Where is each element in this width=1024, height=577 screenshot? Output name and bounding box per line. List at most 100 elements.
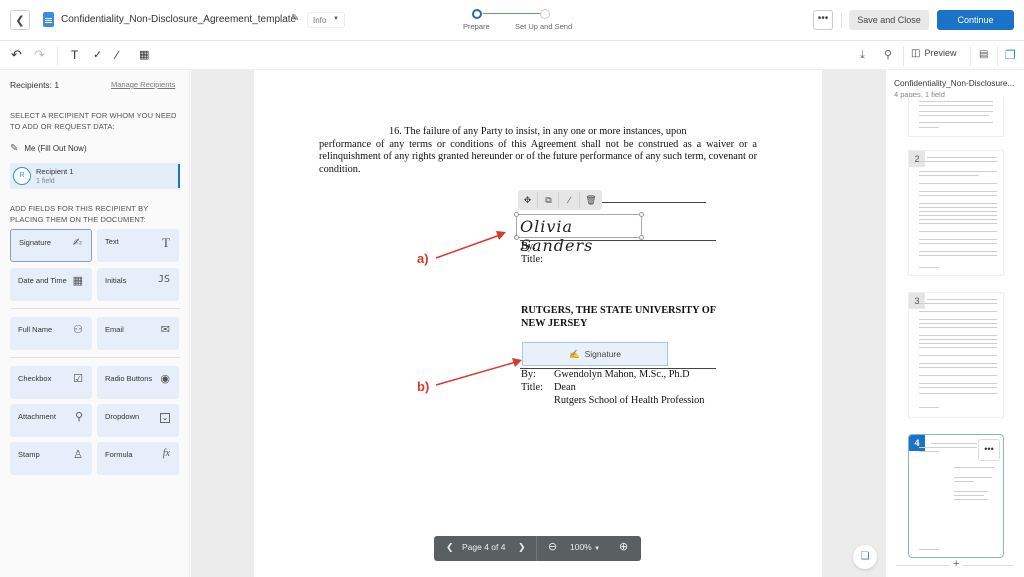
field-checkbox[interactable]: Checkbox ☑: [10, 366, 92, 399]
divider: [10, 357, 180, 358]
page-navigation-bar: ❮ Page 4 of 4 ❯ ⊖ 100% ▼ ⊕: [434, 536, 641, 561]
thumbnail-more-button[interactable]: •••: [978, 439, 1000, 461]
save-and-close-button[interactable]: Save and Close: [849, 10, 929, 30]
preview-button[interactable]: ◫ Preview: [911, 48, 956, 59]
document-page: 16. The failure of any Party to insist, …: [254, 70, 822, 577]
checkbox-icon: ☑: [73, 373, 83, 385]
field-label: Radio Buttons: [105, 374, 153, 383]
field-label: Email: [105, 325, 124, 334]
field-attachment[interactable]: Attachment ⚲: [10, 404, 92, 437]
zoom-level: 100%: [570, 542, 592, 552]
step-connector: [483, 13, 540, 14]
chat-button[interactable]: ❏: [853, 545, 877, 569]
thumbnail-page-4[interactable]: 4 •••: [908, 434, 1004, 558]
annotation-a: a): [417, 251, 429, 266]
field-initials[interactable]: Initials JS: [97, 268, 179, 301]
field-stamp[interactable]: Stamp ♙: [10, 442, 92, 475]
line-tool-icon[interactable]: ∕: [116, 48, 118, 62]
field-full-name[interactable]: Full Name ⚇: [10, 317, 92, 350]
me-label: Me (Fill Out Now): [24, 144, 87, 153]
field-signature[interactable]: Signature ✍: [10, 229, 92, 262]
preview-label: Preview: [924, 48, 957, 58]
field-label: Checkbox: [18, 374, 52, 383]
field-formula[interactable]: Formula fx: [97, 442, 179, 475]
divider: [970, 46, 971, 66]
fields-sidebar: Recipients: 1 Manage Recipients SELECT A…: [0, 70, 190, 577]
chevron-left-icon: ❮: [15, 14, 25, 27]
thumbnail-page-2[interactable]: 2: [908, 150, 1004, 276]
thumbnail-page-number: 3: [909, 293, 925, 309]
field-label: Text: [105, 237, 119, 246]
annotation-b: b): [417, 379, 430, 394]
more-options-button[interactable]: •••: [813, 10, 833, 30]
pages-icon[interactable]: ❐: [1005, 48, 1016, 62]
field-label: Date and Time: [18, 276, 67, 285]
top-bar: ❮ Confidentiality_Non-Disclosure_Agreeme…: [0, 0, 1024, 41]
field-text[interactable]: Text T: [97, 229, 179, 262]
settings-card-icon[interactable]: ▤: [979, 48, 988, 62]
stamp-icon: ♙: [73, 449, 83, 461]
arrow-a-line: [435, 234, 501, 259]
add-page-button[interactable]: +: [950, 558, 963, 570]
calendar-icon: ▦: [72, 275, 83, 287]
arrow-b-head: [512, 358, 522, 367]
next-page-button[interactable]: ❯: [518, 542, 526, 553]
field-email[interactable]: Email ✉: [97, 317, 179, 350]
field-dropdown[interactable]: Dropdown ⌄: [97, 404, 179, 437]
envelope-icon: ✉: [160, 324, 170, 336]
thumbnail-page-number: 4: [909, 435, 925, 451]
select-recipient-caption: SELECT A RECIPIENT FOR WHOM YOU NEED TO …: [10, 111, 177, 131]
caret-down-icon: ▼: [333, 16, 339, 22]
manage-recipients-link[interactable]: Manage Recipients: [111, 80, 175, 89]
field-label: Attachment: [18, 412, 56, 421]
zoom-level-dropdown[interactable]: 100% ▼: [570, 542, 600, 552]
chat-icon: ❏: [860, 551, 870, 562]
info-label: Info: [313, 16, 327, 25]
zoom-in-icon[interactable]: ⊕: [619, 540, 628, 553]
text-icon: T: [162, 235, 170, 250]
zoom-out-icon[interactable]: ⊖: [548, 540, 557, 553]
field-date-time[interactable]: Date and Time ▦: [10, 268, 92, 301]
checkmark-tool-icon[interactable]: ✓: [93, 48, 102, 62]
me-fill-out-now[interactable]: ✎ Me (Fill Out Now): [10, 143, 180, 157]
continue-button[interactable]: Continue: [937, 10, 1014, 30]
edit-title-icon[interactable]: ✎: [291, 13, 299, 24]
preview-icon: ◫: [911, 48, 921, 59]
document-title[interactable]: Confidentiality_Non-Disclosure_Agreement…: [61, 14, 296, 25]
field-label: Dropdown: [105, 412, 140, 421]
step-prepare-dot[interactable]: [472, 9, 482, 19]
arrow-b-line: [435, 361, 517, 386]
location-pin-icon[interactable]: ⚲: [884, 48, 892, 62]
prev-page-button[interactable]: ❮: [446, 542, 454, 553]
progress-stepper: Prepare Set Up and Send: [463, 8, 583, 34]
caret-down-icon: ▼: [594, 546, 601, 552]
text-tool-icon[interactable]: T: [71, 48, 78, 62]
download-icon[interactable]: ⤓: [860, 48, 865, 62]
redo-icon[interactable]: ↷: [34, 48, 45, 62]
paperclip-icon: ⚲: [74, 411, 83, 423]
thumbnail-page-3[interactable]: 3: [908, 292, 1004, 418]
step-send-dot[interactable]: [540, 9, 550, 19]
undo-icon[interactable]: ↶: [11, 48, 22, 62]
field-radio-buttons[interactable]: Radio Buttons ◉: [97, 366, 179, 399]
initials-icon: JS: [157, 274, 170, 285]
page-thumbnails-panel: Confidentiality_Non-Disclosure... 4 page…: [885, 70, 1024, 577]
page-indicator: Page 4 of 4: [462, 542, 506, 552]
calendar-tool-icon[interactable]: ▦: [139, 48, 149, 62]
field-label: Signature: [19, 238, 52, 247]
add-fields-caption: ADD FIELDS FOR THIS RECIPIENT BY PLACING…: [10, 204, 149, 224]
thumbnails-title: Confidentiality_Non-Disclosure...: [894, 78, 1015, 88]
recipient-name: Recipient 1: [36, 167, 74, 176]
info-dropdown[interactable]: Info ▼: [307, 12, 345, 28]
step-send-label: Set Up and Send: [515, 22, 573, 31]
thumbnail-page-number: 2: [909, 151, 925, 167]
field-label: Stamp: [18, 450, 40, 459]
divider: [57, 46, 58, 66]
divider: [903, 46, 904, 66]
back-button[interactable]: ❮: [10, 10, 30, 30]
recipient-card[interactable]: R Recipient 1 1 field: [10, 163, 180, 189]
divider: [10, 308, 180, 309]
thumbnail-page-1[interactable]: [908, 97, 1004, 137]
divider: [536, 536, 537, 561]
annotation-arrows: [435, 231, 522, 386]
